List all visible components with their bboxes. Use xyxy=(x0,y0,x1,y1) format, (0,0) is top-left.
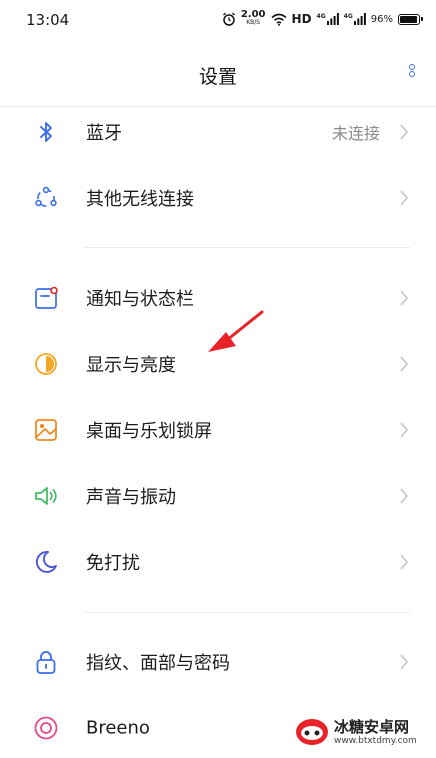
settings-row-fingerprint-face-password[interactable]: 指纹、面部与密码 xyxy=(0,632,436,692)
watermark: 冰糖安卓网 www.btxtdmy.com xyxy=(294,712,424,752)
brightness-icon xyxy=(32,350,60,378)
wifi-icon xyxy=(271,13,287,26)
settings-row-desktop-lockscreen[interactable]: 桌面与乐划锁屏 xyxy=(0,400,436,460)
chevron-right-icon xyxy=(400,290,409,306)
chevron-right-icon xyxy=(400,554,409,570)
watermark-url: www.btxtdmy.com xyxy=(334,736,417,746)
wireless-connections-icon xyxy=(32,184,60,212)
bluetooth-status: 未连接 xyxy=(331,124,380,143)
battery-percent: 96% xyxy=(370,13,393,25)
status-bar: 13:04 2.00 KB/S HD 4G 4G 96% xyxy=(0,0,436,40)
settings-row-notifications[interactable]: 通知与状态栏 xyxy=(0,268,436,328)
battery-fill xyxy=(400,15,418,23)
watermark-brand: 冰糖安卓网 xyxy=(334,718,410,736)
sim2-signal: 4G xyxy=(344,13,366,25)
breeno-icon xyxy=(32,714,60,742)
more-dot xyxy=(409,71,415,77)
status-icons: 2.00 KB/S HD 4G 4G 96% xyxy=(222,9,423,29)
settings-row-label: 免打扰 xyxy=(86,553,140,574)
status-time: 13:04 xyxy=(26,11,70,29)
network-speed-value: 2.00 xyxy=(240,9,266,20)
title-bar: 设置 xyxy=(0,40,436,108)
settings-row-label: 其他无线连接 xyxy=(86,189,194,210)
more-dot xyxy=(409,64,415,70)
settings-row-display-brightness[interactable]: 显示与亮度 xyxy=(0,334,436,394)
battery-icon xyxy=(398,13,423,25)
sim2-tag: 4G xyxy=(343,13,353,20)
network-speed: 2.00 KB/S xyxy=(240,9,266,27)
wallpaper-icon xyxy=(32,416,60,444)
settings-row-label: 显示与亮度 xyxy=(86,355,176,376)
chevron-right-icon xyxy=(400,124,409,140)
settings-row-do-not-disturb[interactable]: 免打扰 xyxy=(0,532,436,592)
hd-label: HD xyxy=(291,12,312,26)
settings-row-label: 蓝牙 xyxy=(86,123,122,144)
section-divider xyxy=(84,247,410,248)
more-options-button[interactable] xyxy=(406,64,418,86)
chevron-right-icon xyxy=(400,488,409,504)
settings-row-other-wireless[interactable]: 其他无线连接 xyxy=(0,168,436,228)
settings-row-label: 通知与状态栏 xyxy=(86,289,194,310)
chevron-right-icon xyxy=(400,422,409,438)
bluetooth-icon xyxy=(32,118,60,146)
sim1-signal: 4G xyxy=(317,13,339,25)
chevron-right-icon xyxy=(400,190,409,206)
sim1-tag: 4G xyxy=(316,13,326,20)
settings-row-label: 指纹、面部与密码 xyxy=(86,653,230,674)
network-speed-unit: KB/S xyxy=(246,19,261,26)
settings-row-sound-vibration[interactable]: 声音与振动 xyxy=(0,466,436,526)
moon-icon xyxy=(32,548,60,576)
settings-row-label: 声音与振动 xyxy=(86,487,176,508)
speaker-icon xyxy=(32,482,60,510)
chevron-right-icon xyxy=(400,654,409,670)
page-title: 设置 xyxy=(198,66,237,88)
signal-icon xyxy=(353,13,366,25)
section-divider xyxy=(84,612,410,613)
alarm-icon xyxy=(222,12,235,26)
settings-row-label: Breeno xyxy=(86,717,150,739)
signal-icon xyxy=(326,13,339,25)
settings-row-label: 桌面与乐划锁屏 xyxy=(86,421,212,442)
lock-icon xyxy=(32,648,60,676)
settings-row-bluetooth[interactable]: 蓝牙 未连接 xyxy=(0,102,436,162)
chevron-right-icon xyxy=(400,356,409,372)
watermark-logo-icon xyxy=(296,719,328,745)
notification-bar-icon xyxy=(32,284,60,312)
